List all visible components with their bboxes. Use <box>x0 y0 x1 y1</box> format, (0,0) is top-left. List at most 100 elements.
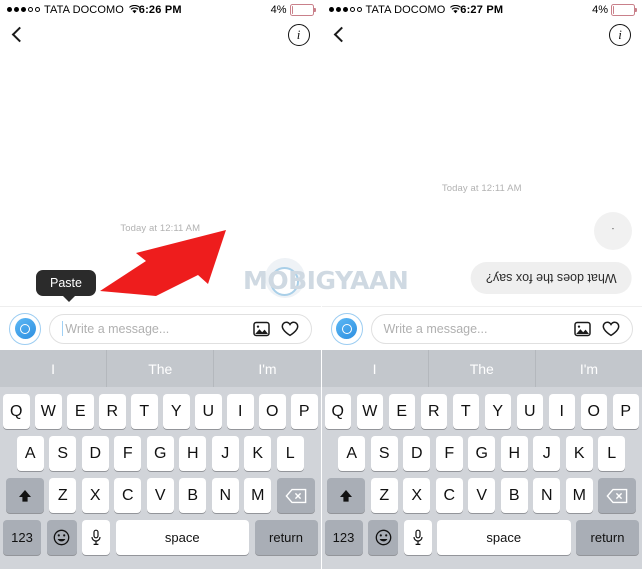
message-placeholder: Write a message... <box>383 321 488 336</box>
key-d[interactable]: D <box>403 436 431 471</box>
key-h[interactable]: H <box>179 436 207 471</box>
battery-icon <box>289 3 316 16</box>
key-j[interactable]: J <box>211 436 239 471</box>
key-m[interactable]: M <box>565 478 593 513</box>
suggestion-2[interactable]: I'm <box>213 350 320 387</box>
key-r[interactable]: R <box>99 394 126 429</box>
key-y[interactable]: Y <box>484 394 511 429</box>
microphone-icon[interactable] <box>82 520 110 555</box>
key-k[interactable]: K <box>565 436 593 471</box>
message-bubble-text[interactable]: What does the fox say? <box>471 262 632 294</box>
key-i[interactable]: I <box>548 394 575 429</box>
numbers-key[interactable]: 123 <box>324 520 363 555</box>
key-g[interactable]: G <box>468 436 496 471</box>
battery-icon <box>611 3 637 16</box>
emoji-smiley-icon[interactable] <box>46 520 77 555</box>
key-b[interactable]: B <box>179 478 207 513</box>
key-o[interactable]: O <box>580 394 607 429</box>
space-key[interactable]: space <box>437 520 571 555</box>
backspace-delete-icon[interactable] <box>276 478 315 513</box>
key-h[interactable]: H <box>500 436 528 471</box>
key-x[interactable]: X <box>403 478 431 513</box>
key-v[interactable]: V <box>468 478 496 513</box>
key-w[interactable]: W <box>356 394 383 429</box>
back-chevron-icon[interactable] <box>333 25 346 45</box>
photo-icon[interactable] <box>574 321 591 337</box>
key-e[interactable]: E <box>388 394 415 429</box>
message-input-right[interactable]: Write a message... <box>370 313 633 344</box>
key-r[interactable]: R <box>420 394 447 429</box>
key-z[interactable]: Z <box>49 478 77 513</box>
info-circle-icon[interactable]: i <box>287 23 310 46</box>
key-x[interactable]: X <box>81 478 109 513</box>
key-n[interactable]: N <box>211 478 239 513</box>
camera-icon[interactable] <box>330 312 363 345</box>
space-key[interactable]: space <box>115 520 249 555</box>
key-s[interactable]: S <box>49 436 77 471</box>
back-chevron-icon[interactable] <box>11 25 24 45</box>
text-caret <box>62 321 64 336</box>
key-a[interactable]: A <box>338 436 366 471</box>
conversation-area-left: Today at 12:11 AM <box>0 50 321 350</box>
dual-screenshot-container: TATA DOCOMO 6:26 PM 4% i Today at 12:11 … <box>0 0 642 569</box>
key-s[interactable]: S <box>370 436 398 471</box>
suggestion-0[interactable]: I <box>0 350 106 387</box>
key-w[interactable]: W <box>35 394 62 429</box>
key-m[interactable]: M <box>244 478 272 513</box>
key-n[interactable]: N <box>533 478 561 513</box>
suggestion-row-right: I The I'm <box>321 350 642 387</box>
key-f[interactable]: F <box>114 436 142 471</box>
return-key[interactable]: return <box>576 520 639 555</box>
key-t[interactable]: T <box>452 394 479 429</box>
camera-icon[interactable] <box>9 312 41 345</box>
paste-tooltip[interactable]: Paste <box>36 270 96 302</box>
key-l[interactable]: L <box>598 436 626 471</box>
key-row-4: 123 space return <box>0 520 321 555</box>
photo-icon[interactable] <box>252 321 270 337</box>
key-c[interactable]: C <box>114 478 142 513</box>
heart-icon[interactable] <box>602 321 620 337</box>
phone-screen-right: TATA DOCOMO 6:27 PM 4% i Today at 12:11 … <box>321 0 642 569</box>
return-key[interactable]: return <box>254 520 318 555</box>
key-k[interactable]: K <box>244 436 272 471</box>
backspace-delete-icon[interactable] <box>598 478 637 513</box>
key-p[interactable]: P <box>291 394 318 429</box>
key-row-3: Z X C V B N M <box>322 478 642 513</box>
key-d[interactable]: D <box>81 436 109 471</box>
suggestion-2[interactable]: I'm <box>534 350 642 387</box>
key-q[interactable]: Q <box>3 394 30 429</box>
key-g[interactable]: G <box>146 436 174 471</box>
info-circle-icon[interactable]: i <box>609 23 631 46</box>
suggestion-1[interactable]: The <box>427 350 535 387</box>
shift-up-arrow-icon[interactable] <box>327 478 366 513</box>
key-e[interactable]: E <box>67 394 94 429</box>
suggestion-1[interactable]: The <box>106 350 213 387</box>
key-f[interactable]: F <box>435 436 463 471</box>
key-z[interactable]: Z <box>370 478 398 513</box>
heart-icon[interactable] <box>281 321 299 337</box>
numbers-key[interactable]: 123 <box>3 520 41 555</box>
shift-up-arrow-icon[interactable] <box>5 478 44 513</box>
suggestion-0[interactable]: I <box>322 350 428 387</box>
key-p[interactable]: P <box>612 394 639 429</box>
key-b[interactable]: B <box>500 478 528 513</box>
key-u[interactable]: U <box>516 394 543 429</box>
key-v[interactable]: V <box>146 478 174 513</box>
microphone-icon[interactable] <box>403 520 432 555</box>
status-time: 6:27 PM <box>460 3 504 16</box>
key-y[interactable]: Y <box>163 394 190 429</box>
key-o[interactable]: O <box>259 394 286 429</box>
key-i[interactable]: I <box>227 394 254 429</box>
paste-tooltip-label: Paste <box>50 276 82 290</box>
key-q[interactable]: Q <box>324 394 351 429</box>
key-c[interactable]: C <box>435 478 463 513</box>
key-u[interactable]: U <box>195 394 222 429</box>
message-input-left[interactable]: Write a message... <box>49 313 312 344</box>
key-l[interactable]: L <box>276 436 304 471</box>
key-a[interactable]: A <box>16 436 44 471</box>
message-row-dot: . <box>594 212 632 250</box>
key-t[interactable]: T <box>131 394 158 429</box>
key-j[interactable]: J <box>533 436 561 471</box>
message-bubble-dot[interactable]: . <box>594 212 632 250</box>
emoji-smiley-icon[interactable] <box>368 520 398 555</box>
